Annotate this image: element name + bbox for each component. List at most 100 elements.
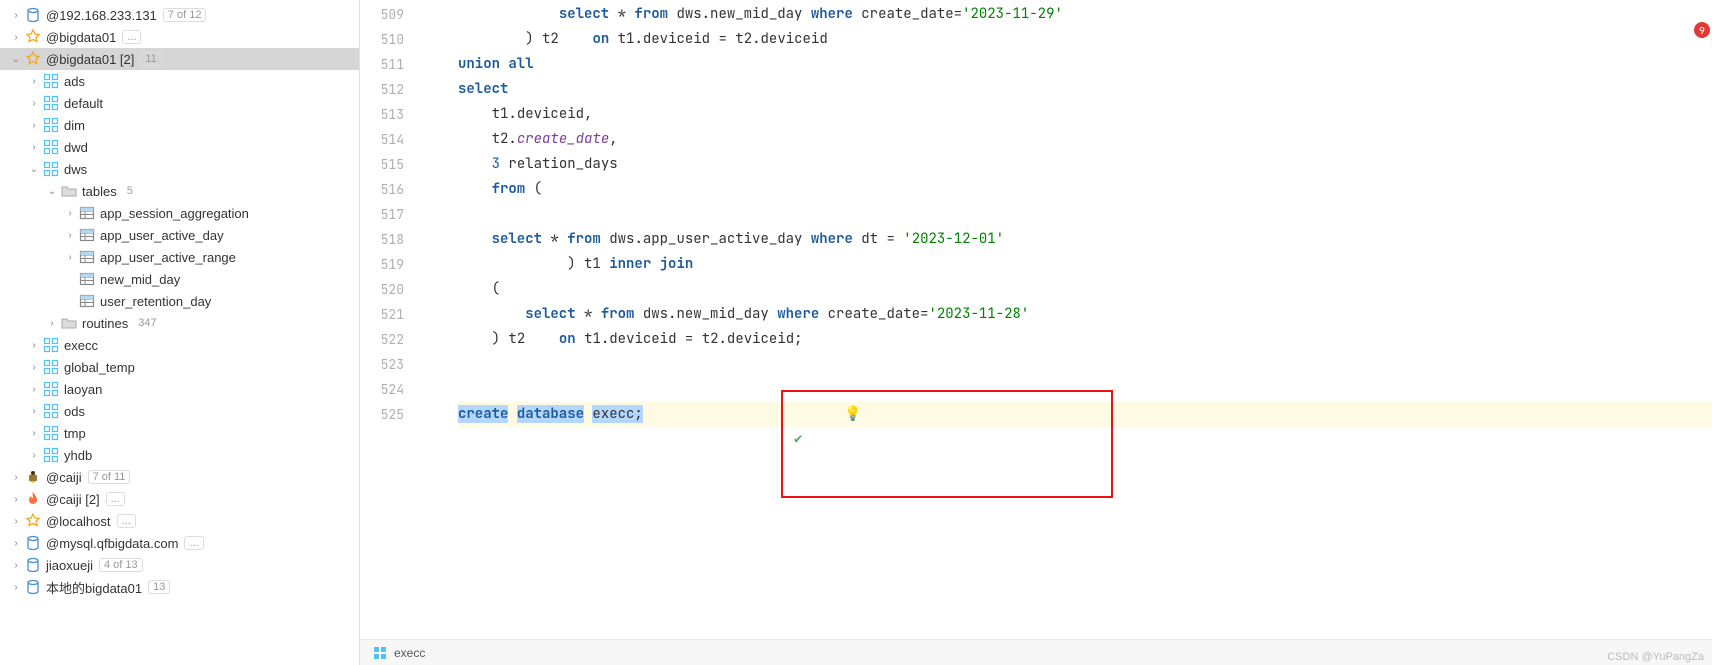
chevron-right-icon[interactable]: › — [26, 425, 42, 441]
code-line[interactable] — [458, 352, 1712, 377]
tree-item[interactable]: ›yhdb — [0, 444, 359, 466]
line-number: 525 — [360, 402, 418, 427]
code-line[interactable]: ) t2 on t1.deviceid = t2.deviceid; — [458, 327, 1712, 352]
code-line[interactable]: select — [458, 77, 1712, 102]
tree-item[interactable]: ›@caiji [2]... — [0, 488, 359, 510]
tree-item[interactable]: ›global_temp — [0, 356, 359, 378]
tree-item[interactable]: ›@mysql.qfbigdata.com... — [0, 532, 359, 554]
status-bar: execc — [360, 639, 1712, 665]
tree-item[interactable]: ›dwd — [0, 136, 359, 158]
code-line[interactable] — [458, 377, 1712, 402]
error-count-badge[interactable]: 9 — [1694, 22, 1710, 38]
chevron-right-icon[interactable]: › — [62, 205, 78, 221]
tree-item-label: @192.168.233.131 — [46, 8, 157, 23]
star-icon — [24, 28, 42, 46]
chevron-right-icon[interactable]: › — [44, 315, 60, 331]
code-line[interactable]: select * from dws.new_mid_day where crea… — [458, 2, 1712, 27]
chevron-right-icon[interactable]: › — [8, 469, 24, 485]
chevron-down-icon[interactable]: ⌄ — [26, 161, 42, 177]
tree-item-label: @bigdata01 [2] — [46, 52, 134, 67]
db-blue-icon — [24, 534, 42, 552]
tree-item[interactable]: ›@localhost... — [0, 510, 359, 532]
tree-item[interactable]: ›tmp — [0, 422, 359, 444]
tree-item-label: laoyan — [64, 382, 102, 397]
count-badge: 7 of 12 — [163, 8, 207, 22]
current-schema[interactable]: execc — [394, 646, 425, 660]
code-line[interactable]: t2.create_date, — [458, 127, 1712, 152]
chevron-right-icon[interactable]: › — [26, 337, 42, 353]
tree-item[interactable]: › app_user_active_range — [0, 246, 359, 268]
count-badge: 11 — [140, 52, 161, 66]
code-content[interactable]: select * from dws.new_mid_day where crea… — [458, 0, 1712, 639]
flame-icon — [24, 490, 42, 508]
line-number: 517 — [360, 202, 418, 227]
count-badge: 4 of 13 — [99, 558, 143, 572]
tree-item[interactable]: › laoyan — [0, 378, 359, 400]
star-icon — [24, 50, 42, 68]
lightbulb-icon[interactable]: 💡 — [844, 405, 861, 423]
code-line[interactable]: ) t2 on t1.deviceid = t2.deviceid — [458, 27, 1712, 52]
tree-item[interactable]: ⌄tables5 — [0, 180, 359, 202]
chevron-right-icon[interactable]: › — [26, 403, 42, 419]
schema-icon — [372, 645, 388, 661]
tree-item[interactable]: ›ads — [0, 70, 359, 92]
chevron-right-icon[interactable]: › — [26, 73, 42, 89]
tree-item[interactable]: ›routines347 — [0, 312, 359, 334]
tree-item[interactable]: ›ods — [0, 400, 359, 422]
table-icon — [78, 292, 96, 310]
tree-item[interactable]: ›app_user_active_day — [0, 224, 359, 246]
tree-item[interactable]: ›new_mid_day — [0, 268, 359, 290]
code-line[interactable]: from ( — [458, 177, 1712, 202]
chevron-right-icon[interactable]: › — [62, 249, 78, 265]
tree-item-label: app_session_aggregation — [100, 206, 249, 221]
tree-item[interactable]: ›本地的bigdata0113 — [0, 576, 359, 598]
tree-item[interactable]: ›default — [0, 92, 359, 114]
chevron-right-icon[interactable]: › — [62, 227, 78, 243]
code-line[interactable]: select * from dws.new_mid_day where crea… — [458, 302, 1712, 327]
code-line[interactable]: t1.deviceid, — [458, 102, 1712, 127]
chevron-right-icon[interactable]: › — [26, 95, 42, 111]
code-line[interactable]: union all — [458, 52, 1712, 77]
code-line[interactable]: ( — [458, 277, 1712, 302]
schema-icon — [42, 424, 60, 442]
chevron-right-icon[interactable]: › — [8, 513, 24, 529]
tree-item[interactable]: › app_session_aggregation — [0, 202, 359, 224]
tree-item-label: app_user_active_range — [100, 250, 236, 265]
chevron-right-icon[interactable]: › — [26, 359, 42, 375]
tree-item[interactable]: ›user_retention_day — [0, 290, 359, 312]
chevron-down-icon[interactable]: ⌄ — [44, 183, 60, 199]
chevron-right-icon[interactable]: › — [8, 491, 24, 507]
code-line[interactable]: create database execc; — [458, 402, 1712, 427]
code-line[interactable]: ) t1 inner join — [458, 252, 1712, 277]
chevron-right-icon[interactable]: › — [8, 557, 24, 573]
tree-item[interactable]: ⌄ @bigdata01 [2] 11 — [0, 48, 359, 70]
tree-item-label: new_mid_day — [100, 272, 180, 287]
tree-item[interactable]: ›@caiji7 of 11 — [0, 466, 359, 488]
chevron-right-icon[interactable]: › — [26, 381, 42, 397]
chevron-right-icon[interactable]: › — [26, 117, 42, 133]
chevron-right-icon[interactable]: › — [8, 29, 24, 45]
chevron-right-icon[interactable]: › — [26, 139, 42, 155]
tree-item[interactable]: ›dim — [0, 114, 359, 136]
sql-editor[interactable]: 5095105115125135145155165175185195205215… — [360, 0, 1712, 639]
tree-item[interactable]: ›execc — [0, 334, 359, 356]
line-number: 524 — [360, 377, 418, 402]
chevron-right-icon[interactable]: › — [26, 447, 42, 463]
chevron-right-icon[interactable]: › — [8, 7, 24, 23]
tree-item[interactable]: › @192.168.233.131 7 of 12 — [0, 4, 359, 26]
tree-item[interactable]: ›jiaoxueji4 of 13 — [0, 554, 359, 576]
table-icon — [78, 226, 96, 244]
code-line[interactable] — [458, 202, 1712, 227]
folder-icon — [60, 314, 78, 332]
code-line[interactable]: 3 relation_days — [458, 152, 1712, 177]
tree-item[interactable]: ›@bigdata01... — [0, 26, 359, 48]
database-tree-sidebar[interactable]: › @192.168.233.131 7 of 12 ›@bigdata01... ⌄ @… — [0, 0, 360, 665]
chevron-down-icon[interactable]: ⌄ — [8, 51, 24, 67]
chevron-right-icon[interactable]: › — [8, 579, 24, 595]
line-number: 510 — [360, 27, 418, 52]
chevron-right-icon[interactable]: › — [8, 535, 24, 551]
count-badge: 7 of 11 — [88, 470, 131, 484]
tree-item[interactable]: ⌄dws — [0, 158, 359, 180]
table-icon — [78, 248, 96, 266]
code-line[interactable]: select * from dws.app_user_active_day wh… — [458, 227, 1712, 252]
